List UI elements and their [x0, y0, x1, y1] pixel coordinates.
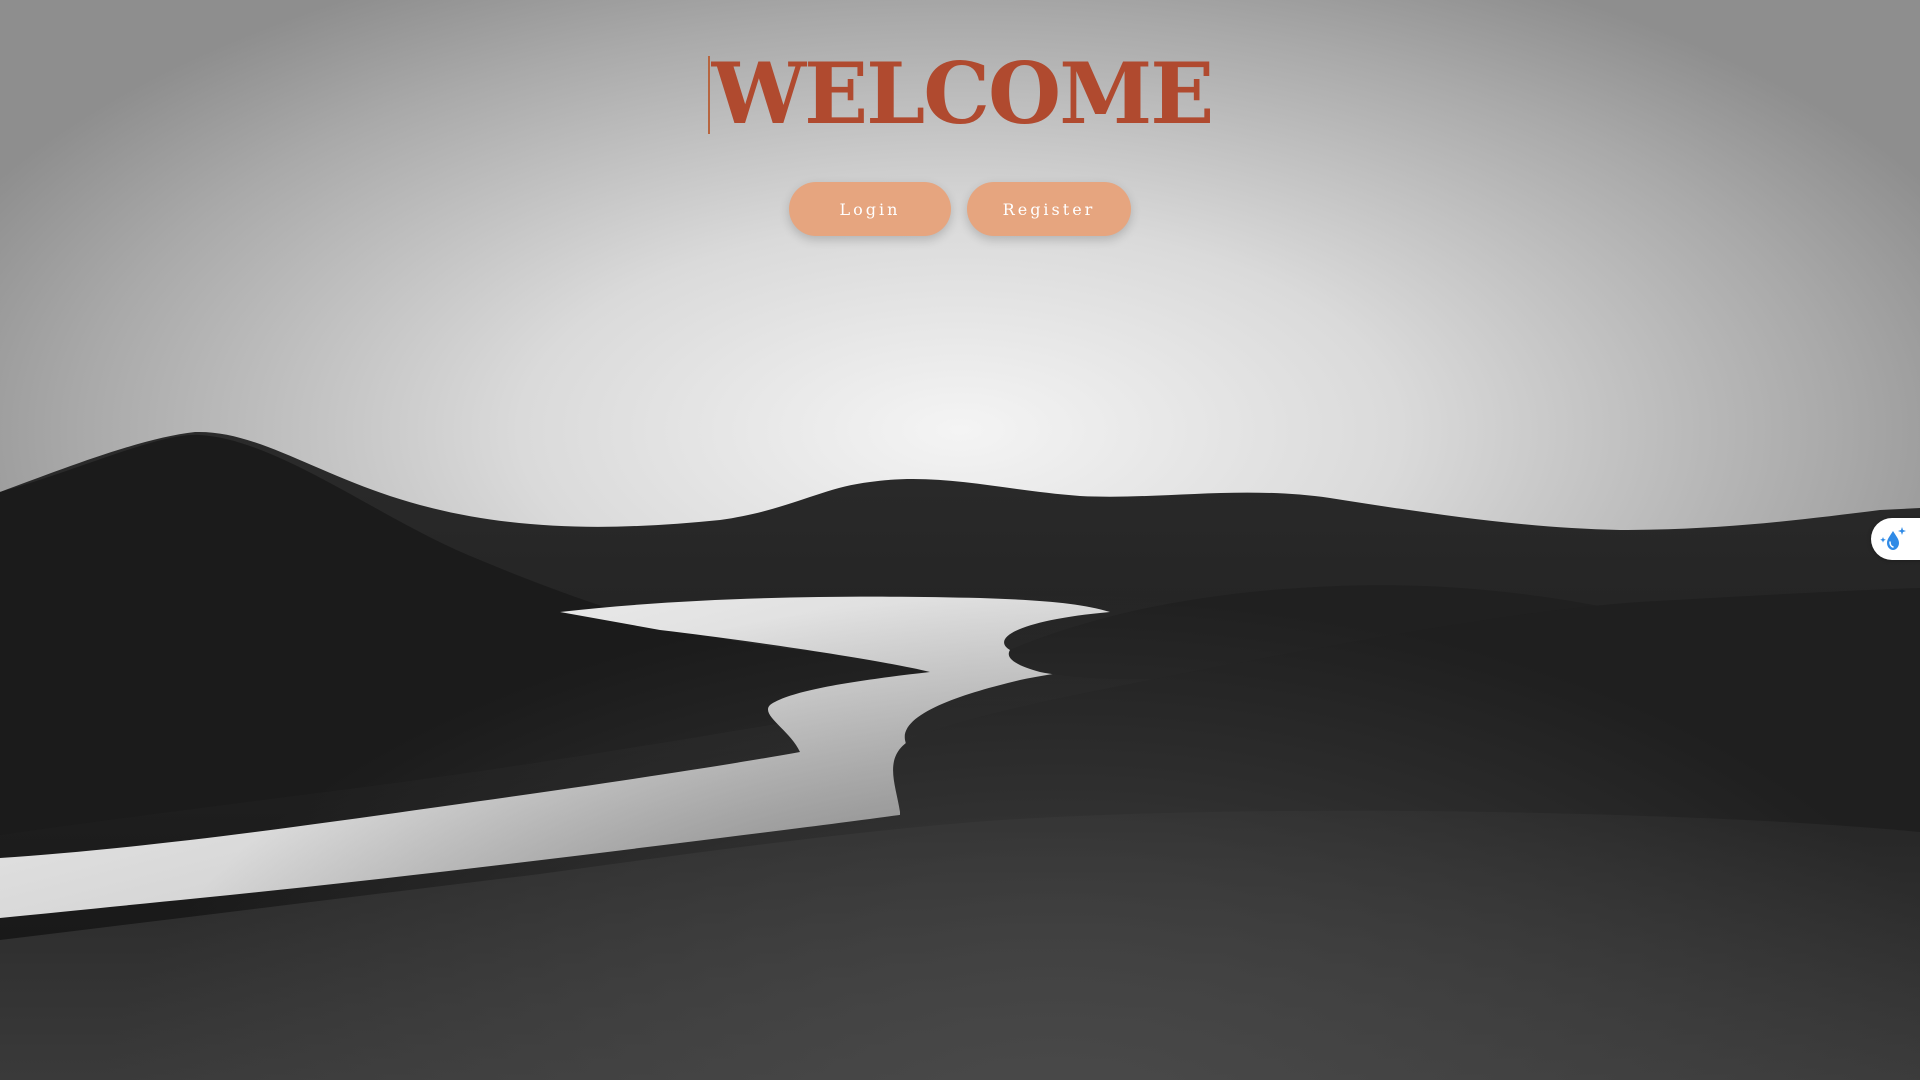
auth-buttons: Login Register: [0, 182, 1920, 236]
login-button[interactable]: Login: [789, 182, 951, 236]
welcome-title: WELCOME: [707, 52, 1214, 136]
text-caret: [707, 56, 710, 134]
water-drop-sparkle-icon: [1880, 527, 1906, 550]
register-button[interactable]: Register: [967, 182, 1131, 236]
desert-dunes-background: [0, 0, 1920, 1080]
welcome-page: WELCOME Login Register: [0, 0, 1920, 1080]
title-container: WELCOME: [0, 52, 1920, 136]
extension-side-tab[interactable]: [1871, 518, 1920, 560]
welcome-title-text: WELCOME: [711, 44, 1214, 143]
